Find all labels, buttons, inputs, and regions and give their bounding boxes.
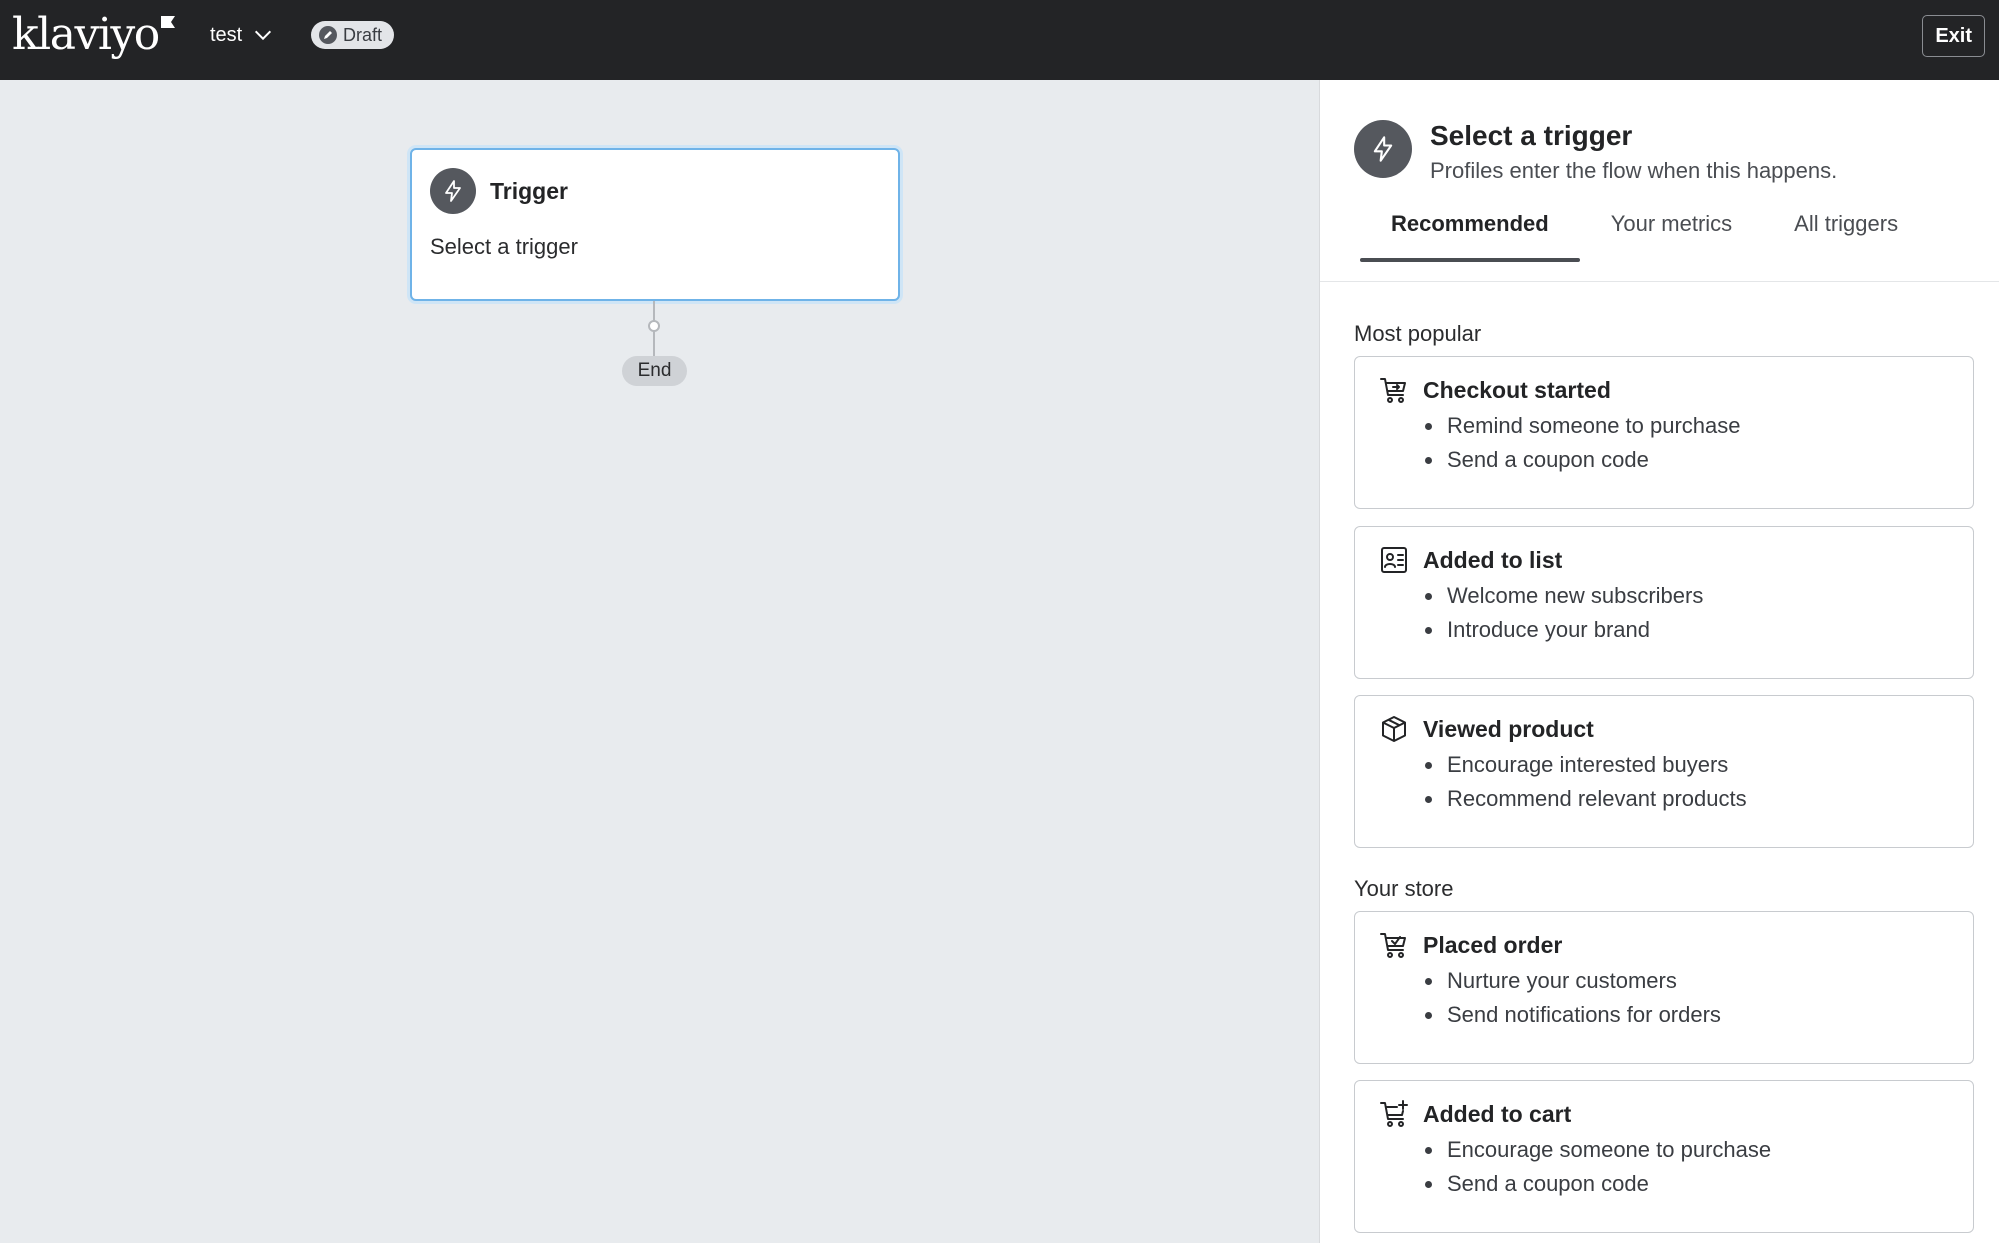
- cart-check-icon: [1379, 930, 1409, 960]
- trigger-card-added-to-list[interactable]: Added to list Welcome new subscribers In…: [1354, 526, 1974, 679]
- logo-text: klaviyo: [12, 9, 160, 60]
- exit-button[interactable]: Exit: [1922, 15, 1985, 57]
- chevron-down-icon: [255, 30, 272, 41]
- status-badge-label: Draft: [343, 24, 383, 45]
- card-title: Viewed product: [1423, 715, 1594, 742]
- trigger-panel: Select a trigger Profiles enter the flow…: [1319, 80, 1999, 1243]
- trigger-card-added-to-cart[interactable]: Added to cart Encourage someone to purch…: [1354, 1080, 1974, 1233]
- panel-title: Select a trigger: [1430, 120, 1633, 151]
- trigger-card-checkout-started[interactable]: Checkout started Remind someone to purch…: [1354, 356, 1974, 509]
- list-item: Welcome new subscribers: [1425, 579, 1949, 613]
- list-item: Remind someone to purchase: [1425, 409, 1949, 443]
- list-item: Encourage someone to purchase: [1425, 1133, 1949, 1167]
- card-title: Added to list: [1423, 546, 1563, 573]
- section-most-popular: Most popular: [1354, 321, 1482, 346]
- trigger-card-viewed-product[interactable]: Viewed product Encourage interested buye…: [1354, 695, 1974, 848]
- trigger-node-subtitle: Select a trigger: [430, 234, 578, 259]
- cart-arrow-icon: [1379, 375, 1409, 405]
- section-your-store: Your store: [1354, 876, 1454, 901]
- tab-all-triggers[interactable]: All triggers: [1763, 208, 1929, 262]
- contact-list-icon: [1379, 545, 1409, 575]
- trigger-node[interactable]: Trigger Select a trigger: [410, 148, 900, 301]
- flow-name-dropdown[interactable]: test: [210, 18, 274, 52]
- lightning-icon: [430, 168, 476, 214]
- logo-flag-icon: [160, 16, 175, 28]
- tab-your-metrics[interactable]: Your metrics: [1580, 208, 1763, 262]
- klaviyo-logo[interactable]: klaviyo: [12, 12, 175, 62]
- top-bar: klaviyo test Draft Exit: [0, 0, 1999, 80]
- panel-subtitle: Profiles enter the flow when this happen…: [1430, 158, 1838, 183]
- flow-name-label: test: [210, 23, 243, 46]
- list-item: Nurture your customers: [1425, 964, 1949, 998]
- edit-icon: [319, 26, 337, 44]
- trigger-node-title: Trigger: [490, 177, 568, 204]
- list-item: Send notifications for orders: [1425, 998, 1949, 1032]
- list-item: Recommend relevant products: [1425, 782, 1949, 816]
- card-title: Added to cart: [1423, 1100, 1572, 1127]
- flow-connector-line: [653, 301, 655, 363]
- trigger-card-placed-order[interactable]: Placed order Nurture your customers Send…: [1354, 911, 1974, 1064]
- status-badge: Draft: [311, 21, 395, 49]
- card-title: Checkout started: [1423, 376, 1611, 403]
- add-step-dot[interactable]: [648, 320, 660, 332]
- box-icon: [1379, 714, 1409, 744]
- list-item: Encourage interested buyers: [1425, 748, 1949, 782]
- cart-plus-icon: [1379, 1099, 1409, 1129]
- lightning-icon: [1354, 120, 1412, 178]
- list-item: Introduce your brand: [1425, 613, 1949, 647]
- flow-canvas[interactable]: Trigger Select a trigger End: [0, 80, 1319, 1243]
- list-item: Send a coupon code: [1425, 443, 1949, 477]
- tab-recommended[interactable]: Recommended: [1360, 208, 1580, 262]
- panel-header: Select a trigger Profiles enter the flow…: [1354, 120, 1837, 184]
- tabs-divider: [1320, 281, 1999, 282]
- list-item: Send a coupon code: [1425, 1167, 1949, 1201]
- trigger-tabs: Recommended Your metrics All triggers: [1360, 208, 1929, 262]
- card-title: Placed order: [1423, 931, 1563, 958]
- end-node: End: [622, 356, 687, 386]
